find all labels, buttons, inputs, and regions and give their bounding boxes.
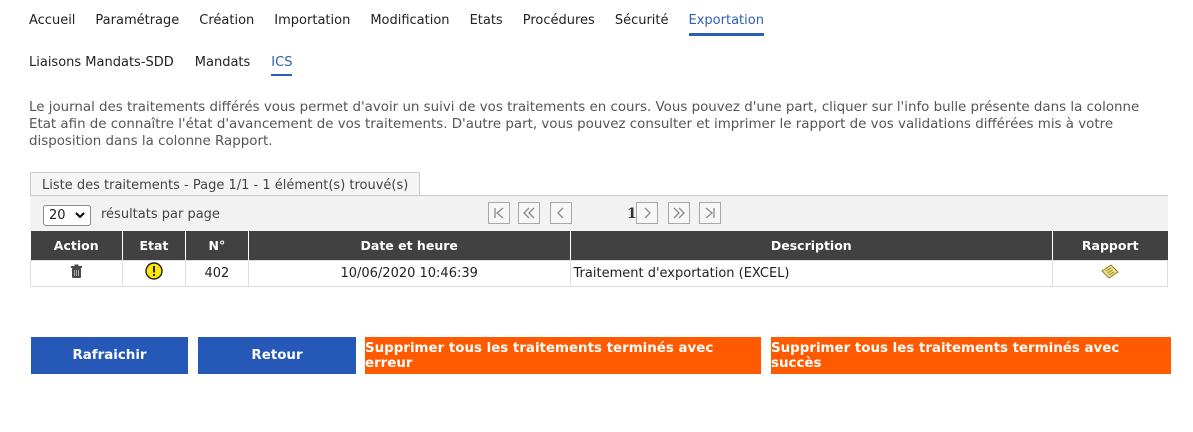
- warning-icon[interactable]: [145, 262, 163, 284]
- back-button[interactable]: Retour: [198, 337, 356, 374]
- nav-accueil[interactable]: Accueil: [29, 13, 75, 36]
- chevron-right-icon: [644, 207, 651, 219]
- per-page-value: 20: [49, 208, 66, 223]
- previous-block-button[interactable]: [518, 202, 540, 224]
- column-header-numero[interactable]: N°: [185, 231, 249, 260]
- per-page-label: résultats par page: [101, 207, 220, 222]
- rapport-cell: [1052, 259, 1168, 287]
- numero-cell: 402: [184, 259, 249, 287]
- subnav-liaisons-mandats-sdd[interactable]: Liaisons Mandats-SDD: [29, 55, 174, 76]
- etat-cell: [121, 259, 186, 287]
- previous-page-button[interactable]: [550, 202, 572, 224]
- delete-success-treatments-button[interactable]: Supprimer tous les traitements terminés …: [771, 337, 1171, 374]
- nav-exportation[interactable]: Exportation: [688, 13, 764, 36]
- last-page-button[interactable]: [699, 202, 721, 224]
- pager-bar: 20 résultats par page 1: [30, 195, 1168, 231]
- column-header-etat[interactable]: Etat: [122, 231, 186, 260]
- nav-importation[interactable]: Importation: [274, 13, 350, 36]
- column-header-action[interactable]: Action: [30, 231, 123, 260]
- last-page-icon: [705, 207, 715, 219]
- list-tab-title[interactable]: Liste des traitements - Page 1/1 - 1 élé…: [30, 172, 421, 196]
- column-header-description[interactable]: Description: [570, 231, 1054, 260]
- date-cell: 10/06/2020 10:46:39: [247, 259, 571, 287]
- per-page-select[interactable]: 20: [43, 205, 91, 226]
- delete-error-treatments-button[interactable]: Supprimer tous les traitements terminés …: [365, 337, 761, 374]
- description-cell: Traitement d'exportation (EXCEL): [569, 259, 1054, 287]
- table-row: 402 10/06/2020 10:46:39 Traitement d'exp…: [30, 259, 1168, 287]
- chevron-left-icon: [557, 207, 564, 219]
- report-icon[interactable]: [1100, 263, 1120, 284]
- nav-creation[interactable]: Création: [199, 13, 254, 36]
- top-nav: Accueil Paramétrage Création Importation…: [29, 13, 784, 37]
- nav-etats[interactable]: Etats: [470, 13, 503, 36]
- subnav-ics[interactable]: ICS: [271, 55, 293, 76]
- nav-parametrage[interactable]: Paramétrage: [95, 13, 179, 36]
- double-chevron-left-icon: [523, 207, 535, 219]
- column-header-rapport[interactable]: Rapport: [1052, 231, 1168, 260]
- next-block-button[interactable]: [668, 202, 690, 224]
- intro-text: Le journal des traitements différés vous…: [29, 100, 1140, 149]
- double-chevron-right-icon: [673, 207, 685, 219]
- nav-securite[interactable]: Sécurité: [615, 13, 669, 36]
- chevron-down-icon: [74, 208, 86, 225]
- next-page-button[interactable]: [636, 202, 658, 224]
- trash-icon[interactable]: [70, 264, 83, 283]
- refresh-button[interactable]: Rafraichir: [31, 337, 188, 374]
- action-cell: [30, 259, 123, 287]
- sub-nav: Liaisons Mandats-SDD Mandats ICS: [29, 55, 313, 77]
- first-page-button[interactable]: [488, 202, 510, 224]
- nav-procedures[interactable]: Procédures: [523, 13, 595, 36]
- subnav-mandats[interactable]: Mandats: [195, 55, 251, 76]
- column-header-date[interactable]: Date et heure: [248, 231, 571, 260]
- table-header-row: Action Etat N° Date et heure Description…: [30, 231, 1168, 260]
- first-page-icon: [494, 207, 504, 219]
- nav-modification[interactable]: Modification: [370, 13, 449, 36]
- treatments-table: Action Etat N° Date et heure Description…: [30, 231, 1168, 287]
